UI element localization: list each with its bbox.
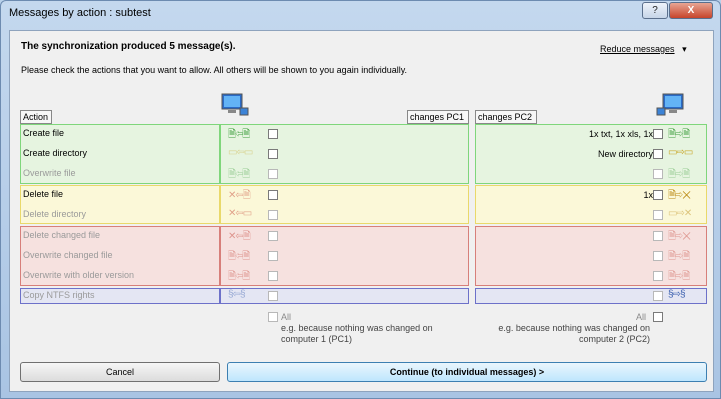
action-label: Delete changed file: [23, 230, 101, 240]
copy-to-pc1-icon: 🗎⇦🗎: [228, 129, 250, 140]
action-row: Create file 🗎⇦🗎 1x txt, 1x xls, 1x 🗎⇨🗎: [20, 124, 710, 144]
action-row: Overwrite changed file 🗎⇦🗎 🗎⇨🗎: [20, 246, 710, 266]
allow-pc2-checkbox[interactable]: [653, 129, 663, 139]
all-pc2-label: All: [636, 312, 647, 322]
pc2-change-summary: 1x txt, 1x xls, 1x: [588, 129, 653, 139]
allow-pc1-checkbox[interactable]: [268, 210, 278, 220]
action-row: Delete directory ✕⇦▭ ▭⇨✕: [20, 205, 710, 225]
reduce-messages-label: Reduce messages: [600, 44, 675, 54]
close-button[interactable]: X: [669, 2, 713, 19]
dialog-client: The synchronization produced 5 message(s…: [9, 30, 714, 392]
all-pc1-checkbox[interactable]: [268, 312, 278, 322]
copy-to-pc2-icon: 🗎⇨🗎: [668, 169, 690, 180]
allow-pc2-checkbox[interactable]: [653, 291, 663, 301]
action-row: Overwrite file 🗎⇦🗎 🗎⇨🗎: [20, 164, 710, 184]
allow-pc1-checkbox[interactable]: [268, 169, 278, 179]
action-row: Create directory ▭⇦▭ New directory ▭⇨▭: [20, 144, 710, 164]
changes-pc2-header: changes PC2: [475, 110, 537, 124]
delete-on-pc1-icon: ✕⇦▭: [228, 208, 252, 219]
overwrite-on-pc1-icon: 🗎⇦🗎: [228, 271, 250, 282]
action-label: Overwrite changed file: [23, 250, 113, 260]
copy-to-pc2-icon: 🗎⇨🗎: [668, 129, 690, 140]
reduce-messages-menu[interactable]: Reduce messages ▾: [600, 44, 687, 55]
allow-pc2-checkbox[interactable]: [653, 190, 663, 200]
allow-pc2-checkbox[interactable]: [653, 149, 663, 159]
action-label: Delete file: [23, 189, 64, 199]
action-row: Delete file ✕⇦🗎 1x 🗎⇨✕: [20, 185, 710, 205]
copy-to-pc1-icon: 🗎⇦🗎: [228, 169, 250, 180]
overwrite-on-pc2-icon: 🗎⇨🗎: [668, 271, 690, 282]
pc2-change-summary: New directory: [597, 149, 653, 159]
copy-to-pc2-icon: ▭⇨▭: [668, 147, 693, 158]
instructions-text: Please check the actions that you want t…: [21, 65, 408, 75]
allow-pc2-checkbox[interactable]: [653, 210, 663, 220]
action-row: Delete changed file ✕⇦🗎 🗎⇨✕: [20, 226, 710, 246]
allow-pc1-checkbox[interactable]: [268, 271, 278, 281]
title-bar: Messages by action : subtest ? X: [1, 1, 720, 25]
action-row: Copy NTFS rights §⇦§ §⇨§: [20, 287, 710, 307]
allow-pc1-checkbox[interactable]: [268, 231, 278, 241]
all-pc2-checkbox[interactable]: [653, 312, 663, 322]
computer-pc2-icon: [656, 93, 684, 116]
allow-pc1-checkbox[interactable]: [268, 149, 278, 159]
summary-heading: The synchronization produced 5 message(s…: [21, 41, 236, 52]
action-label: Create file: [23, 128, 65, 138]
window-title: Messages by action : subtest: [9, 7, 151, 19]
ntfs-to-pc2-icon: §⇨§: [668, 289, 685, 300]
allow-pc2-checkbox[interactable]: [653, 169, 663, 179]
continue-button[interactable]: Continue (to individual messages) >: [227, 362, 707, 382]
delete-on-pc1-icon: ✕⇦🗎: [228, 231, 251, 242]
allow-pc1-checkbox[interactable]: [268, 251, 278, 261]
dialog-window: Messages by action : subtest ? X The syn…: [0, 0, 721, 399]
dropdown-arrow-icon: ▾: [677, 44, 687, 54]
pc2-change-summary: 1x: [643, 190, 653, 200]
action-row: Overwrite with older version 🗎⇦🗎 🗎⇨🗎: [20, 266, 710, 286]
action-label: Copy NTFS rights: [23, 290, 95, 300]
allow-pc1-checkbox[interactable]: [268, 190, 278, 200]
changes-pc1-header: changes PC1: [407, 110, 469, 124]
help-button[interactable]: ?: [642, 2, 668, 19]
allow-pc2-checkbox[interactable]: [653, 251, 663, 261]
allow-pc1-checkbox[interactable]: [268, 291, 278, 301]
overwrite-on-pc2-icon: 🗎⇨🗎: [668, 251, 690, 262]
pc1-note: e.g. because nothing was changed on comp…: [281, 323, 433, 344]
delete-on-pc1-icon: ✕⇦🗎: [228, 190, 251, 201]
delete-on-pc2-icon: 🗎⇨✕: [668, 231, 691, 242]
action-label: Create directory: [23, 148, 88, 158]
action-column-header: Action: [20, 110, 52, 124]
ntfs-to-pc1-icon: §⇦§: [228, 289, 245, 300]
delete-on-pc2-icon: 🗎⇨✕: [668, 190, 691, 201]
computer-pc1-icon: [221, 93, 249, 116]
all-pc1-label: All: [281, 312, 292, 322]
allow-pc1-checkbox[interactable]: [268, 129, 278, 139]
action-label: Overwrite with older version: [23, 270, 135, 280]
action-label: Delete directory: [23, 209, 87, 219]
pc2-note: e.g. because nothing was changed on comp…: [498, 323, 650, 344]
delete-on-pc2-icon: ▭⇨✕: [668, 208, 692, 219]
allow-pc2-checkbox[interactable]: [653, 231, 663, 241]
cancel-button[interactable]: Cancel: [20, 362, 220, 382]
allow-pc2-checkbox[interactable]: [653, 271, 663, 281]
action-label: Overwrite file: [23, 168, 76, 178]
overwrite-on-pc1-icon: 🗎⇦🗎: [228, 251, 250, 262]
copy-to-pc1-icon: ▭⇦▭: [228, 147, 253, 158]
